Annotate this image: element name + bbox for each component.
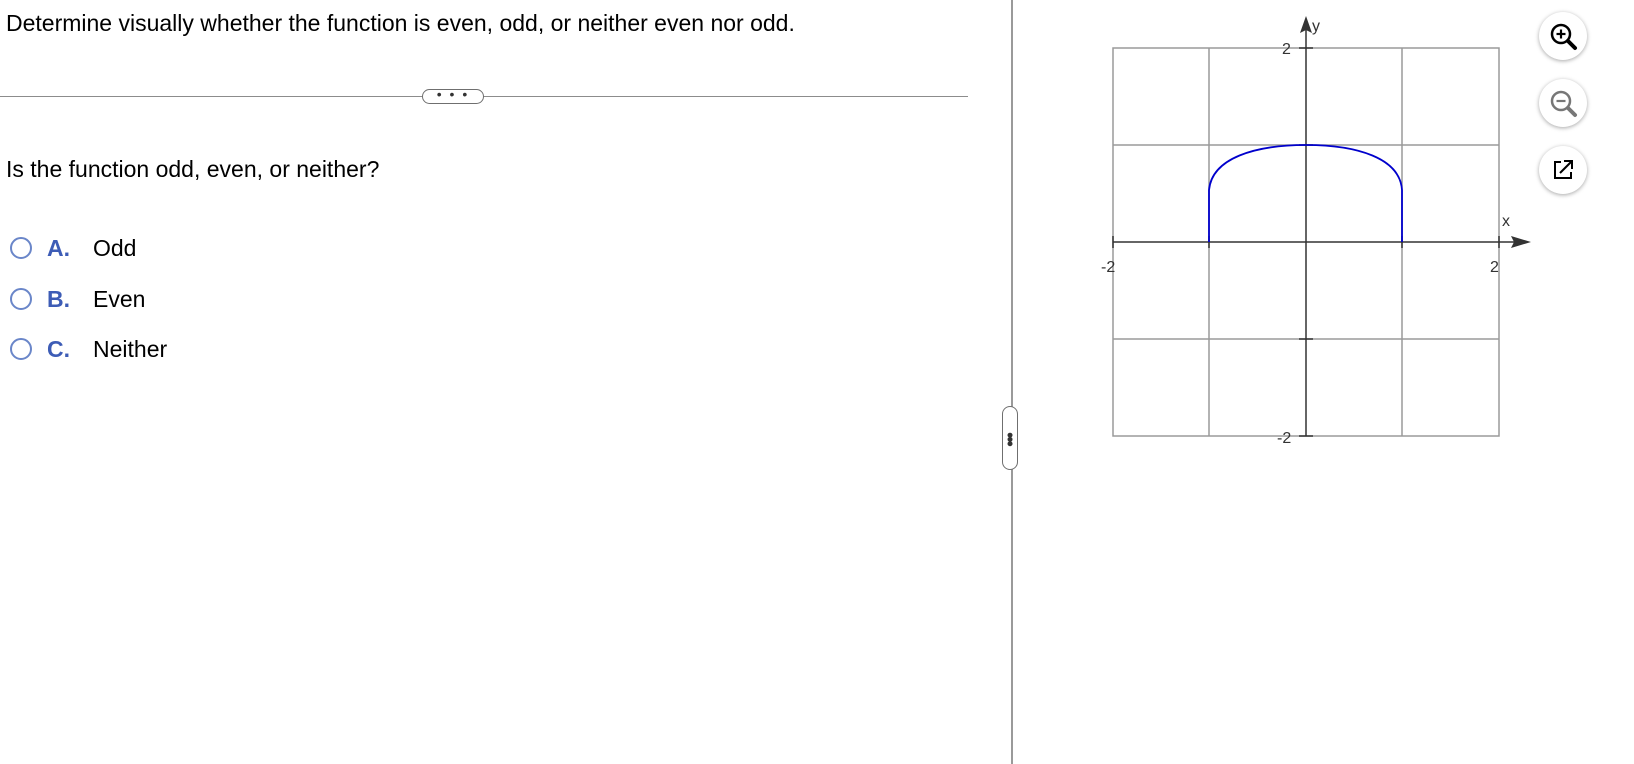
radio-c[interactable] [10, 338, 32, 360]
pane-resize-handle[interactable]: ••• [1000, 406, 1020, 470]
pane-divider [1011, 0, 1013, 764]
option-c-letter: C. [47, 335, 70, 362]
radio-b[interactable] [10, 288, 32, 310]
option-a-letter: A. [47, 234, 70, 261]
more-dots: • • • [436, 85, 470, 102]
open-external-icon [1554, 160, 1573, 179]
zoom-in-button[interactable] [1539, 12, 1587, 60]
option-b-text: Even [93, 285, 146, 312]
option-c[interactable]: C. Neither [10, 333, 167, 365]
y-axis-label: y [1312, 18, 1320, 35]
option-b[interactable]: B. Even [10, 283, 145, 315]
function-graph: y x -2 2 2 -2 [1101, 16, 1531, 447]
x-axis-label: x [1502, 213, 1510, 230]
y-max-label: 2 [1282, 41, 1291, 58]
x-min-label: -2 [1101, 259, 1115, 276]
option-a[interactable]: A. Odd [10, 232, 136, 264]
prompt-text: Is the function odd, even, or neither? [6, 156, 380, 182]
section-divider [0, 96, 968, 97]
option-c-text: Neither [93, 335, 168, 362]
zoom-in-icon [1550, 23, 1577, 50]
option-b-letter: B. [47, 285, 70, 312]
x-axis-arrow [1511, 236, 1531, 248]
radio-a[interactable] [10, 237, 32, 259]
open-external-button[interactable] [1539, 146, 1587, 194]
show-more-button[interactable]: • • • [422, 85, 484, 104]
y-min-label: -2 [1277, 430, 1291, 447]
zoom-out-icon [1550, 90, 1577, 117]
question-text: Determine visually whether the function … [6, 10, 795, 36]
zoom-out-button[interactable] [1539, 79, 1587, 127]
handle-dots: ••• [1000, 431, 1020, 445]
option-a-text: Odd [93, 234, 137, 261]
x-max-label: 2 [1490, 259, 1499, 276]
